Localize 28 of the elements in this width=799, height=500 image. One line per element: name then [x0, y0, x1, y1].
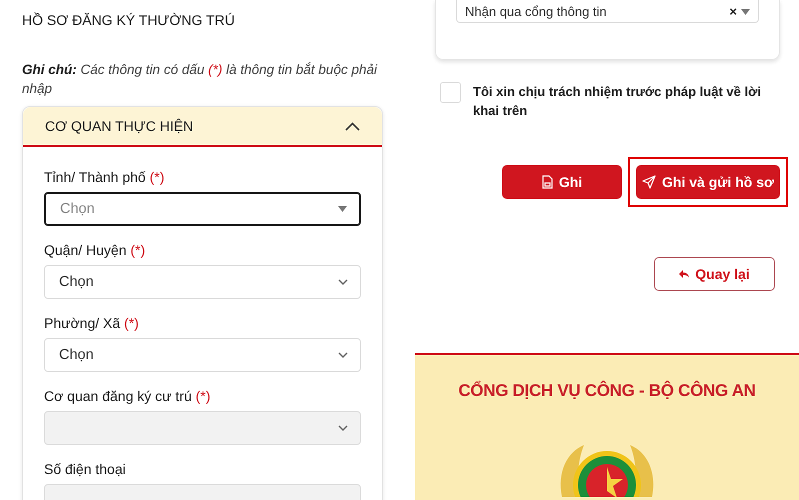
select-field[interactable]: Nhận qua cổng thông tin × — [456, 0, 759, 23]
save-button[interactable]: Ghi — [502, 165, 622, 199]
caret-icon — [741, 8, 750, 14]
send-button[interactable]: Ghi và gửi hồ sơ — [636, 165, 780, 199]
field-label: Quận/ Huyện (*) — [44, 242, 146, 258]
note-text: Ghi chú: Các thông tin có dấu (*) là thông tin bắt buộc phải nhập — [22, 61, 378, 98]
field-label: Phường/ Xã (*) — [44, 315, 140, 331]
caret-icon — [338, 206, 347, 212]
field-label: Số điện thoại — [44, 461, 127, 477]
chevron-up-icon — [345, 122, 360, 130]
field-label: Tỉnh/ Thành phố (*) — [44, 169, 166, 185]
clear-button[interactable]: × — [729, 4, 737, 19]
section-header[interactable]: CƠ QUAN THỰC HIỆN — [23, 107, 382, 147]
back-button[interactable]: Quay lại — [654, 257, 775, 291]
paper-plane-icon — [642, 175, 656, 189]
agreement-label: Tôi xin chịu trách nhiệm trước pháp luật về lời khai trên — [473, 83, 762, 120]
select-field[interactable]: Chọn — [44, 192, 361, 226]
banner-title: CỔNG DỊCH VỤ CÔNG - BỘ CÔNG AN — [458, 381, 756, 401]
page-title: HỒ SƠ ĐĂNG KÝ THƯỜNG TRÚ — [22, 12, 236, 28]
file-icon — [542, 175, 553, 189]
reply-arrow-icon — [679, 270, 690, 278]
field-label: Cơ quan đăng ký cư trú (*) — [44, 388, 212, 404]
chevron-down-icon — [338, 279, 348, 285]
chevron-down-icon — [338, 425, 348, 431]
chevron-down-icon — [338, 352, 348, 358]
checkbox[interactable] — [440, 82, 461, 103]
select-field[interactable]: Chọn — [44, 338, 361, 372]
select-field[interactable]: Chọn — [44, 265, 361, 299]
